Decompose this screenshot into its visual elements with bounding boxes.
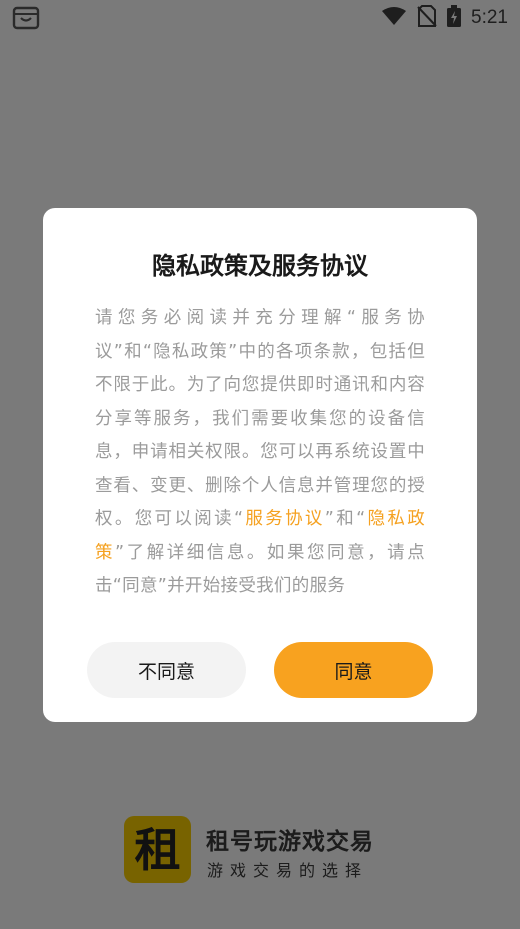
logo-char: 租 — [134, 822, 181, 877]
status-bar: 5:21 — [0, 0, 520, 36]
brand: 租 租号玩游戏交易 游戏交易的选择 — [124, 816, 404, 886]
status-icons: 5:21 — [381, 5, 508, 31]
wifi-icon — [381, 6, 407, 30]
agree-button[interactable]: 同意 — [274, 642, 433, 698]
dialog-title: 隐私政策及服务协议 — [152, 252, 368, 280]
brand-slogan: 游戏交易的选择 — [207, 861, 369, 880]
notification-bag-icon — [12, 6, 40, 30]
service-agreement-link[interactable]: 服务协议 — [243, 509, 324, 529]
app-logo: 租 — [124, 816, 191, 883]
no-sim-icon — [417, 5, 437, 31]
body-text-1: 请您务必阅读并充分理解“服务协议”和“隐私政策”中的各项条款，包括但不限于此。为… — [95, 308, 425, 529]
disagree-button[interactable]: 不同意 — [87, 642, 246, 698]
body-text-2: ”和“ — [324, 509, 366, 529]
privacy-dialog: 隐私政策及服务协议 请您务必阅读并充分理解“服务协议”和“隐私政策”中的各项条款… — [43, 208, 477, 722]
body-text-3: ”了解详细信息。如果您同意，请点击“同意”并开始接受我们的服务 — [95, 542, 425, 597]
battery-charging-icon — [447, 5, 462, 31]
clock-time: 5:21 — [471, 7, 508, 28]
dialog-body: 请您务必阅读并充分理解“服务协议”和“隐私政策”中的各项条款，包括但不限于此。为… — [95, 302, 425, 604]
brand-name: 租号玩游戏交易 — [206, 829, 374, 855]
